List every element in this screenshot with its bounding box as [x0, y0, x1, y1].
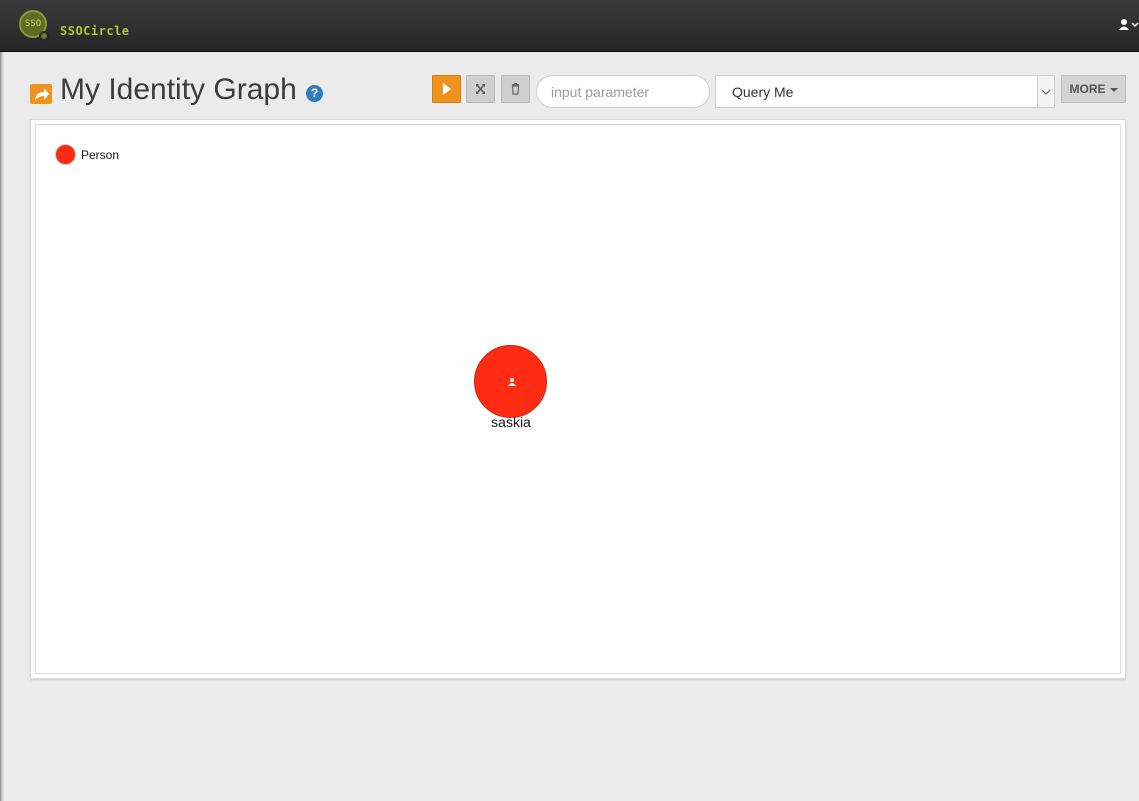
expand-arrows-icon	[476, 84, 485, 94]
selected-query: Query Me	[732, 84, 794, 100]
trash-icon	[511, 83, 520, 95]
chevron-down-icon	[1131, 22, 1139, 28]
play-icon	[443, 83, 451, 95]
logo-mark: SSO	[24, 19, 42, 29]
caret-down-icon	[1109, 87, 1118, 92]
fit-graph-button[interactable]	[466, 75, 495, 103]
share-arrow-icon	[30, 84, 52, 104]
clear-graph-button[interactable]	[501, 75, 530, 103]
graph-node[interactable]	[474, 345, 547, 418]
graph-canvas[interactable]	[35, 124, 1121, 674]
more-label: MORE	[1069, 82, 1106, 96]
more-dropdown-button[interactable]: MORE	[1061, 75, 1126, 103]
legend-person-color[interactable]	[55, 144, 76, 165]
select-arrow[interactable]	[1037, 76, 1054, 107]
legend-person-label[interactable]: Person	[81, 148, 119, 162]
run-query-button[interactable]	[432, 75, 461, 103]
chevron-down-icon	[1041, 89, 1051, 95]
question-circle-icon[interactable]: ?	[306, 85, 323, 102]
user-icon	[508, 378, 516, 386]
left-window-edge	[0, 52, 4, 801]
page-title: My Identity Graph	[60, 73, 297, 106]
node-label[interactable]: saskia	[470, 414, 552, 430]
brand-name[interactable]: SSOCircle	[60, 24, 130, 38]
top-navbar: SSO SSOCircle	[0, 0, 1139, 52]
parameter-input[interactable]	[536, 75, 710, 108]
user-icon	[1119, 19, 1139, 30]
query-select[interactable]: Query Me	[715, 75, 1055, 108]
logo-dot-icon	[39, 31, 49, 41]
user-menu-button[interactable]	[1118, 17, 1139, 33]
